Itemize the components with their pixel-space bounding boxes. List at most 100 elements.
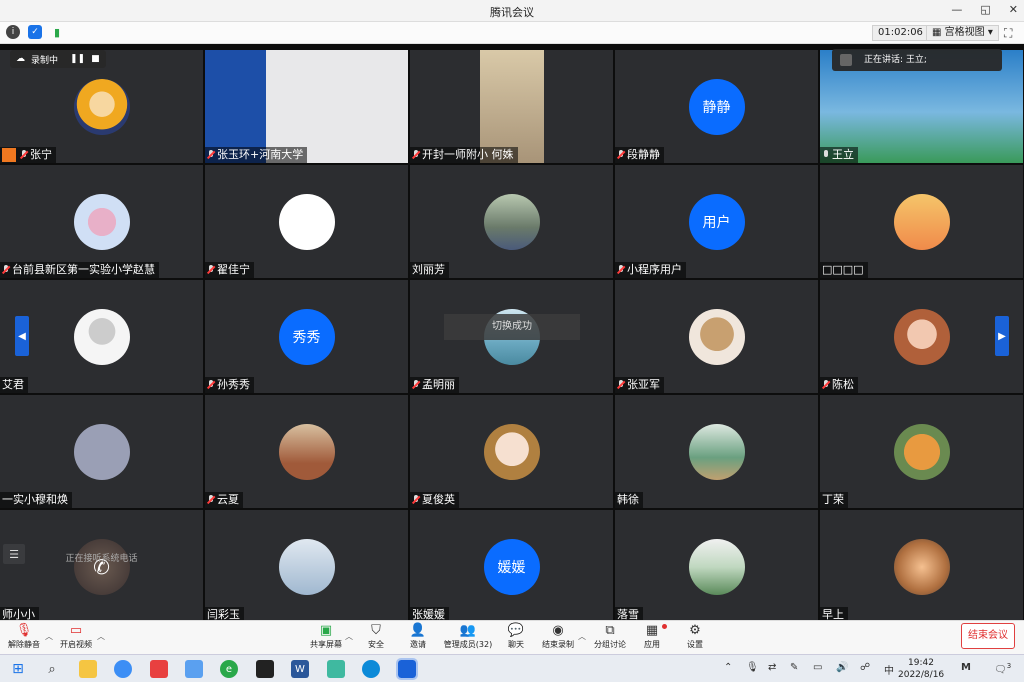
browser-icon[interactable] xyxy=(114,660,132,678)
search-icon[interactable]: ⌕ xyxy=(43,660,61,678)
taskbar-clock[interactable]: 19:42 2022/8/16 xyxy=(898,657,944,681)
mic-on-icon xyxy=(822,150,830,160)
info-icon[interactable]: i xyxy=(6,25,20,39)
participant-tile[interactable]: 闫彩玉 xyxy=(205,510,408,623)
app-icon-red[interactable] xyxy=(150,660,168,678)
end-meeting-button[interactable]: 结束会议 xyxy=(961,623,1015,649)
participant-avatar xyxy=(73,78,130,135)
participant-tile[interactable]: 秀秀孙秀秀 xyxy=(205,280,408,393)
avatar-initials: 静静 xyxy=(702,99,731,116)
stop-recording-icon[interactable]: ■ xyxy=(91,54,100,64)
shield-icon[interactable]: ✓ xyxy=(28,25,42,39)
participant-tile[interactable]: 刘丽芳 xyxy=(410,165,613,278)
participant-nameplate: 张亚军 xyxy=(615,377,664,393)
tray-overflow-icon[interactable]: ⌃ xyxy=(724,662,732,673)
participant-tile[interactable]: 云夏 xyxy=(205,395,408,508)
word-icon[interactable]: W xyxy=(291,660,309,678)
previous-page-button[interactable]: ◀ xyxy=(15,316,29,356)
participant-nameplate: 孟明丽 xyxy=(410,377,459,393)
notification-center-icon[interactable]: 🗨3 xyxy=(994,662,1011,675)
participant-tile[interactable]: 媛媛 张媛媛 xyxy=(410,510,613,623)
participant-nameplate: 台前县新区第一实验小学赵慧 xyxy=(0,262,159,278)
participant-avatar xyxy=(893,423,950,480)
participant-tile[interactable]: 艾君 xyxy=(0,280,203,393)
start-menu-icon[interactable]: ⊞ xyxy=(9,660,27,678)
next-page-button[interactable]: ▶ xyxy=(995,316,1009,356)
participant-tile[interactable]: 一实小穆和焕 xyxy=(0,395,203,508)
pen-tray-icon[interactable]: ✎ xyxy=(790,662,798,673)
security-button[interactable]: ⛉ 安全 xyxy=(352,623,400,653)
window-title: 腾讯会议 xyxy=(490,6,534,19)
ie-browser-icon[interactable]: e xyxy=(220,660,238,678)
participant-tile[interactable]: 韩徐 xyxy=(615,395,818,508)
apps-icon: ▦ xyxy=(645,623,659,638)
participant-tile[interactable]: 翟佳宁 xyxy=(205,165,408,278)
participant-name: 孟明丽 xyxy=(422,378,455,391)
chat-button[interactable]: 💬 聊天 xyxy=(492,623,540,653)
unmute-button[interactable]: 🎙 解除静音 xyxy=(0,623,48,653)
mic-muted-icon xyxy=(412,380,420,390)
participant-avatar xyxy=(278,423,335,480)
mic-muted-icon xyxy=(207,265,215,275)
participant-avatar xyxy=(73,193,130,250)
fullscreen-icon[interactable]: ⛶ xyxy=(1004,26,1012,41)
video-options-caret[interactable]: ︿ xyxy=(97,631,105,642)
end-recording-button[interactable]: ◉ 结束录制 xyxy=(534,623,582,653)
restore-button[interactable]: ◱ xyxy=(980,3,990,16)
cloud-app-icon[interactable] xyxy=(185,660,203,678)
mic-tray-icon[interactable]: 🎙 xyxy=(746,662,759,673)
unmute-label: 解除静音 xyxy=(8,640,40,649)
volume-icon[interactable]: 🔊 xyxy=(836,662,848,673)
sticky-app-icon[interactable] xyxy=(256,660,274,678)
signal-icon[interactable]: ▮ xyxy=(50,25,64,39)
start-video-button[interactable]: ▭ 开启视频 xyxy=(52,623,100,653)
tencent-meeting-icon[interactable] xyxy=(396,658,418,680)
avatar-initials: 媛媛 xyxy=(497,559,526,576)
breakout-label: 分组讨论 xyxy=(594,640,626,649)
participant-tile[interactable]: ✆ 师小小 xyxy=(0,510,203,623)
participant-nameplate: 王立 xyxy=(820,147,858,163)
recording-options-caret[interactable]: ︿ xyxy=(578,631,586,642)
participant-tile[interactable]: 用户 小程序用户 xyxy=(615,165,818,278)
participant-tile[interactable]: 张亚军 xyxy=(615,280,818,393)
participant-name: 张宁 xyxy=(30,148,52,161)
apps-button[interactable]: ▦ 应用 xyxy=(628,623,676,653)
participant-tile[interactable]: 夏俊英 xyxy=(410,395,613,508)
pause-recording-icon[interactable]: ❚❚ xyxy=(70,54,85,64)
camera-off-icon: ▭ xyxy=(69,623,83,638)
participant-tile[interactable]: 张玉环+河南大学 xyxy=(205,50,408,163)
pin-tray-icon[interactable]: ☍ xyxy=(860,662,870,673)
avatar-initials: 秀秀 xyxy=(292,329,321,346)
share-screen-button[interactable]: ▣ 共享屏幕 xyxy=(302,623,350,653)
participant-tile[interactable]: 开封一师附小 何姝 xyxy=(410,50,613,163)
participant-tile[interactable]: 落雪 xyxy=(615,510,818,623)
meeting-toolbar: 🎙 解除静音 ︿ ▭ 开启视频 ︿ ▣ 共享屏幕 ︿ ⛉ 安全 👤 邀请 👥 管理成员(32… xyxy=(0,620,1024,654)
manage-members-button[interactable]: 👥 管理成员(32) xyxy=(442,623,494,653)
breakout-button[interactable]: ⧉ 分组讨论 xyxy=(586,623,634,653)
invite-button[interactable]: 👤 邀请 xyxy=(394,623,442,653)
participant-tile[interactable]: 静静 段静静 xyxy=(615,50,818,163)
settings-button[interactable]: ⚙ 设置 xyxy=(671,623,719,653)
participant-tile[interactable]: 丁荣 xyxy=(820,395,1023,508)
edge-icon[interactable] xyxy=(362,660,380,678)
participant-name: 孙秀秀 xyxy=(217,378,250,391)
close-button[interactable]: ✕ xyxy=(1009,3,1018,16)
breakout-icon: ⧉ xyxy=(605,623,615,638)
file-explorer-icon[interactable] xyxy=(79,660,97,678)
battery-icon[interactable]: ▭ xyxy=(813,662,822,673)
view-mode-label: 宫格视图 xyxy=(944,27,985,38)
participant-tile[interactable]: □□□□ xyxy=(820,165,1023,278)
ime-indicator[interactable]: 中 xyxy=(884,662,894,677)
participant-tile[interactable]: 陈松 xyxy=(820,280,1023,393)
mic-muted-icon xyxy=(412,150,420,160)
shield-icon: ⛉ xyxy=(371,623,381,638)
meeting-info-bar: i ✓ ▮ 01:02:06 ▦ 宫格视图 ▾ ⛶ xyxy=(0,22,1024,44)
participant-tile[interactable]: 早上 xyxy=(820,510,1023,623)
participant-tile[interactable]: 台前县新区第一实验小学赵慧 xyxy=(0,165,203,278)
sync-tray-icon[interactable]: ⇄ xyxy=(768,662,776,673)
app-icon-teal[interactable] xyxy=(327,660,345,678)
participant-nameplate: 云夏 xyxy=(205,492,243,508)
minimize-button[interactable]: — xyxy=(951,3,962,16)
view-mode-button[interactable]: ▦ 宫格视图 ▾ xyxy=(926,25,999,41)
app-logo-icon[interactable]: M xyxy=(961,662,971,673)
